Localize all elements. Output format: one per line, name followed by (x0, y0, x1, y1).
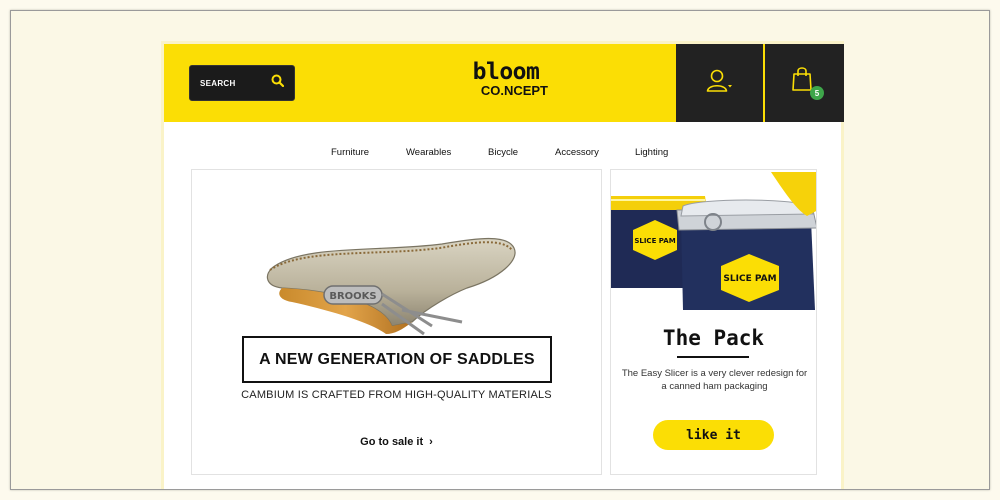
user-icon (706, 69, 734, 98)
screenshot-frame: SEARCH bloom CO.NCEPT 5 Furniture Wearab… (10, 10, 990, 490)
site-header: SEARCH bloom CO.NCEPT 5 (164, 44, 844, 122)
saddle-image: BROOKS (262, 230, 522, 345)
front-can-label: SLICE PAM (723, 274, 776, 284)
back-can-label: SLICE PAM (634, 237, 675, 245)
nav-item-wearables[interactable]: Wearables (406, 147, 451, 158)
promo-title: The Pack (662, 326, 765, 350)
chevron-right-icon: › (429, 436, 433, 448)
search-icon (271, 74, 285, 92)
search-button[interactable]: SEARCH (189, 65, 295, 101)
hero-card: BROOKS A NEW GENERATION OF SADDLES CAMBI… (191, 169, 602, 475)
search-label: SEARCH (200, 78, 236, 88)
ham-can-image: SLICE PAM SLICE PAM (611, 170, 816, 316)
nav-item-furniture[interactable]: Furniture (331, 147, 369, 158)
account-button[interactable] (676, 44, 763, 122)
go-to-sale-label: Go to sale it (360, 436, 424, 448)
like-it-button[interactable]: like it (653, 420, 774, 450)
go-to-sale-link[interactable]: Go to sale it › (192, 436, 601, 448)
promo-card: SLICE PAM SLICE PAM The Pack The Easy Sl… (610, 169, 817, 475)
category-nav: Furniture Wearables Bicycle Accessory Li… (164, 147, 841, 161)
headline-box: A NEW GENERATION OF SADDLES (242, 336, 552, 383)
hero-subline: CAMBIUM IS CRAFTED FROM HIGH-QUALITY MAT… (241, 389, 552, 401)
nav-item-bicycle[interactable]: Bicycle (488, 147, 518, 158)
logo-subtitle: CO.NCEPT (480, 83, 548, 98)
site-container: SEARCH bloom CO.NCEPT 5 Furniture Wearab… (161, 41, 844, 489)
promo-description: The Easy Slicer is a very clever redesig… (621, 368, 808, 392)
site-logo[interactable]: bloom CO.NCEPT (464, 60, 548, 97)
cart-button[interactable]: 5 (765, 44, 844, 122)
cart-count-badge: 5 (810, 86, 824, 100)
hero-headline: A NEW GENERATION OF SADDLES (259, 350, 535, 368)
logo-wordmark: bloom (472, 59, 540, 85)
nav-item-lighting[interactable]: Lighting (635, 147, 668, 158)
saddle-brand-mark: BROOKS (329, 291, 376, 302)
nav-item-accessory[interactable]: Accessory (555, 147, 599, 158)
title-underline (677, 356, 749, 358)
